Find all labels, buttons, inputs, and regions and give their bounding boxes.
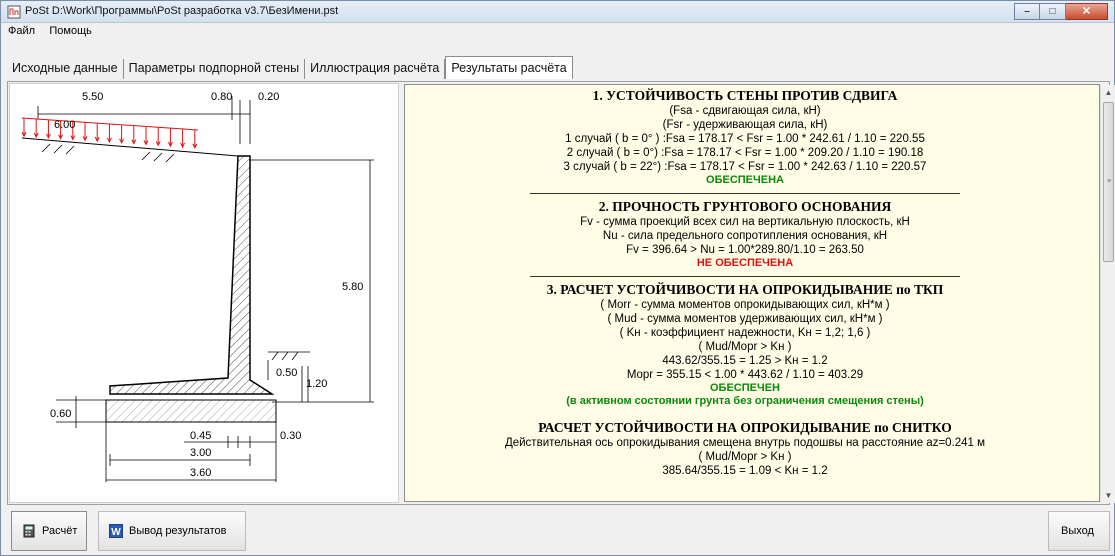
- dim-bottom-d: 3.60: [190, 467, 211, 479]
- tab-wall-params[interactable]: Параметры подпорной стены: [124, 59, 306, 79]
- dim-slab: 0.60: [50, 408, 71, 420]
- s3-line-6: Mopr = 355.15 < 1.00 * 443.62 / 1.10 = 4…: [626, 369, 864, 381]
- menu-bar: Файл Помощь: [1, 23, 1114, 41]
- load-arrows: [21, 118, 198, 149]
- s2-status: НЕ ОБЕСПЕЧЕНА: [696, 257, 794, 269]
- wall-section: [109, 155, 275, 395]
- s3-note: (в активном состоянии грунта без огранич…: [566, 395, 924, 407]
- s1-line-5: 3 случай ( b = 22°) :Fsa = 178.17 < Fsr …: [563, 161, 927, 173]
- tab-illustration[interactable]: Иллюстрация расчёта: [305, 59, 446, 79]
- section-2-title: 2. ПРОЧНОСТЬ ГРУНТОВОГО ОСНОВАНИЯ: [598, 199, 892, 214]
- report-content: 1. УСТОЙЧИВОСТЬ СТЕНЫ ПРОТИВ СДВИГА (Fsa…: [405, 85, 1085, 478]
- maximize-button[interactable]: □: [1040, 3, 1066, 20]
- window-title: PoSt D:\Work\Программы\PoSt разработка v…: [25, 5, 339, 17]
- scroll-down-icon[interactable]: ▼: [1101, 488, 1115, 503]
- s4-line-2: ( Mud/Mopr > Kн ): [698, 451, 792, 463]
- tab-input-data[interactable]: Исходные данные: [7, 59, 124, 79]
- maximize-icon: □: [1049, 5, 1056, 17]
- close-icon: ✕: [1081, 5, 1092, 17]
- s2-line-3: Fv = 396.64 > Nu = 1.00*289.80/1.10 = 26…: [626, 244, 864, 256]
- export-results-button[interactable]: W Вывод результатов: [98, 511, 246, 551]
- s1-status: ОБЕСПЕЧЕНА: [706, 174, 784, 186]
- report-scrollbar[interactable]: ▲ ≡ ▼: [1100, 85, 1115, 503]
- word-icon: W: [109, 524, 123, 538]
- bottom-toolbar: Расчёт W Вывод результатов Выход: [1, 507, 1114, 555]
- app-icon: [7, 5, 21, 19]
- exit-label: Выход: [1061, 525, 1094, 537]
- dim-toe-depth: 0.50: [276, 367, 297, 379]
- dim-bottom-c: 3.00: [190, 447, 211, 459]
- svg-text:W: W: [111, 527, 121, 538]
- distributed-load: [21, 117, 199, 149]
- calculator-icon: [23, 524, 35, 538]
- s3-line-1: ( Morr - сумма моментов опрокидывающих с…: [600, 299, 890, 311]
- foundation-slab: [105, 399, 277, 423]
- s3-line-4: ( Mud/Mopr > Kн ): [698, 341, 792, 353]
- results-report[interactable]: 1. УСТОЙЧИВОСТЬ СТЕНЫ ПРОТИВ СДВИГА (Fsa…: [404, 84, 1100, 502]
- wall-drawing-svg: 5.50 0.80 0.20 6.00 5.80 0.50 1.20 0.60 …: [21, 91, 374, 482]
- dim-top-right: 0.20: [258, 91, 279, 103]
- dim-bottom-a: 0.45: [190, 430, 211, 442]
- s1-line-2: (Fsr - удерживающая сила, кН): [662, 119, 828, 131]
- dim-bottom-b: 0.30: [280, 430, 301, 442]
- section-1-title: 1. УСТОЙЧИВОСТЬ СТЕНЫ ПРОТИВ СДВИГА: [592, 88, 898, 103]
- s3-line-3: ( Kн - коэффициент надежности, Kн = 1,2;…: [619, 327, 871, 339]
- s3-status: ОБЕСПЕЧЕН: [710, 382, 780, 394]
- minimize-button[interactable]: –: [1014, 3, 1040, 20]
- dim-top-left: 5.50: [82, 91, 103, 103]
- exit-button[interactable]: Выход: [1048, 511, 1110, 551]
- dim-top-mid: 0.80: [211, 91, 232, 103]
- menu-file[interactable]: Файл: [1, 23, 39, 37]
- dim-height: 5.80: [342, 281, 363, 293]
- menu-help[interactable]: Помощь: [42, 23, 96, 37]
- app-window: PoSt D:\Work\Программы\PoSt разработка v…: [0, 0, 1115, 556]
- s4-line-1: Действительная ось опрокидывания смещена…: [504, 437, 986, 449]
- calculate-button[interactable]: Расчёт: [11, 511, 87, 551]
- minimize-icon: –: [1024, 5, 1030, 17]
- export-results-label: Вывод результатов: [129, 525, 227, 537]
- divider: [530, 276, 960, 277]
- tab-results[interactable]: Результаты расчёта: [445, 56, 573, 79]
- title-bar[interactable]: PoSt D:\Work\Программы\PoSt разработка v…: [1, 1, 1114, 23]
- section-3-title: 3. РАСЧЕТ УСТОЙЧИВОСТИ НА ОПРОКИДЫВАНИЕ …: [546, 282, 944, 297]
- s2-line-2: Nu - сила предельного сопротипления осно…: [602, 230, 888, 242]
- close-button[interactable]: ✕: [1066, 3, 1108, 20]
- s1-line-4: 2 случай ( b = 0°) :Fsa = 178.17 < Fsr =…: [566, 147, 924, 159]
- s4-line-3: 385.64/355.15 = 1.09 < Kн = 1.2: [662, 465, 828, 477]
- s1-line-3: 1 случай ( b = 0° ) :Fsa = 178.17 < Fsr …: [565, 133, 925, 145]
- section-4-title: РАСЧЕТ УСТОЙЧИВОСТИ НА ОПРОКИДЫВАНИЕ по …: [538, 420, 952, 435]
- scroll-thumb[interactable]: ≡: [1103, 102, 1114, 262]
- s3-line-5: 443.62/355.15 = 1.25 > Kн = 1.2: [662, 355, 828, 367]
- tab-strip: Исходные данные Параметры подпорной стен…: [7, 56, 573, 79]
- divider: [530, 193, 960, 194]
- s1-line-1: (Fsa - сдвигающая сила, кН): [669, 105, 821, 117]
- s3-line-2: ( Mud - сумма моментов удерживающих сил,…: [607, 313, 883, 325]
- ground-hatch-top: [41, 143, 175, 163]
- window-controls: – □ ✕: [1014, 3, 1108, 20]
- dim-load: 6.00: [54, 119, 75, 131]
- calculate-label: Расчёт: [42, 525, 78, 537]
- s2-line-1: Fv - сумма проекций всех сил на вертикал…: [580, 216, 910, 228]
- dim-toe-height: 1.20: [306, 378, 327, 390]
- wall-drawing: 5.50 0.80 0.20 6.00 5.80 0.50 1.20 0.60 …: [9, 83, 399, 503]
- scroll-up-icon[interactable]: ▲: [1101, 85, 1115, 100]
